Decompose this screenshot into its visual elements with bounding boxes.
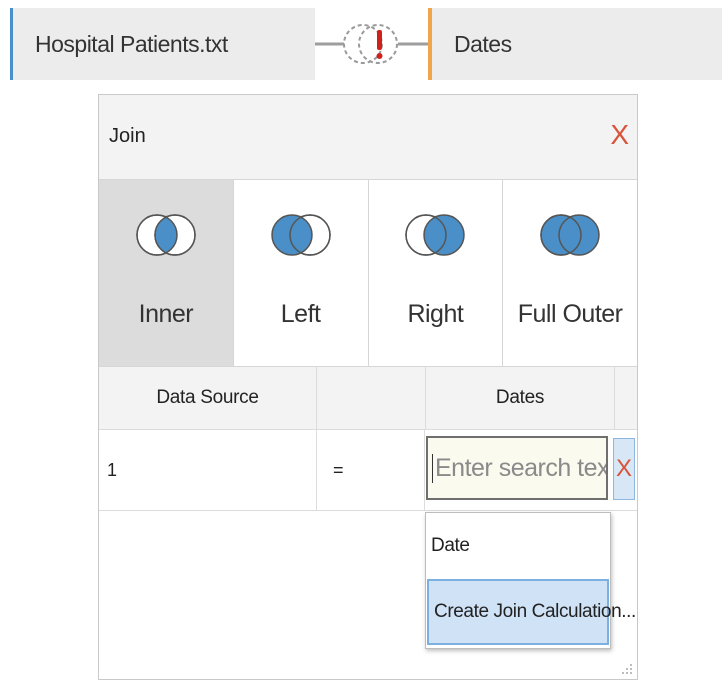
inner-join-icon xyxy=(136,214,196,256)
column-header-right: Dates xyxy=(426,367,615,429)
column-header-operator xyxy=(317,367,426,429)
column-divider xyxy=(316,430,317,510)
join-type-label: Right xyxy=(407,300,464,328)
join-dialog-header: Join X xyxy=(99,95,637,180)
join-type-selector: Inner Left Right Full Outer xyxy=(99,180,637,367)
dropdown-item-create-join-calculation[interactable]: Create Join Calculation... xyxy=(427,579,636,645)
left-join-icon xyxy=(270,214,331,256)
right-data-source-name: Dates xyxy=(454,30,512,57)
join-type-label: Inner xyxy=(138,300,194,328)
join-type-left[interactable]: Left xyxy=(234,180,369,366)
column-divider xyxy=(424,430,425,510)
right-data-source[interactable]: Dates xyxy=(428,8,722,80)
column-header-left-label: Data Source xyxy=(156,387,259,408)
column-header-left: Data Source xyxy=(99,367,317,429)
join-type-label: Left xyxy=(280,300,321,328)
left-data-source[interactable]: Hospital Patients.txt xyxy=(10,8,315,80)
join-clause-row: 1 = X xyxy=(99,430,637,511)
right-field-search[interactable] xyxy=(426,436,608,500)
full-outer-join-icon xyxy=(540,214,600,256)
join-operator[interactable]: = xyxy=(333,460,344,481)
join-type-label: Full Outer xyxy=(517,300,623,328)
close-icon[interactable]: X xyxy=(610,121,629,149)
join-clause-header: Data Source Dates xyxy=(99,367,637,430)
dropdown-item-date[interactable]: Date xyxy=(426,513,610,579)
field-dropdown: Date Create Join Calculation... xyxy=(425,512,636,649)
join-type-right[interactable]: Right xyxy=(369,180,504,366)
column-header-right-label: Dates xyxy=(495,387,545,408)
remove-clause-icon[interactable]: X xyxy=(613,438,635,500)
right-join-icon xyxy=(405,214,466,256)
left-field-value[interactable]: 1 xyxy=(107,460,117,481)
resize-grip-icon[interactable] xyxy=(619,661,633,675)
search-input[interactable] xyxy=(432,453,606,483)
left-data-source-name: Hospital Patients.txt xyxy=(35,30,228,57)
join-type-inner[interactable]: Inner xyxy=(99,180,234,366)
join-dialog-title: Join xyxy=(109,125,146,147)
join-connector-icon[interactable] xyxy=(315,8,428,88)
join-type-full-outer[interactable]: Full Outer xyxy=(503,180,637,366)
